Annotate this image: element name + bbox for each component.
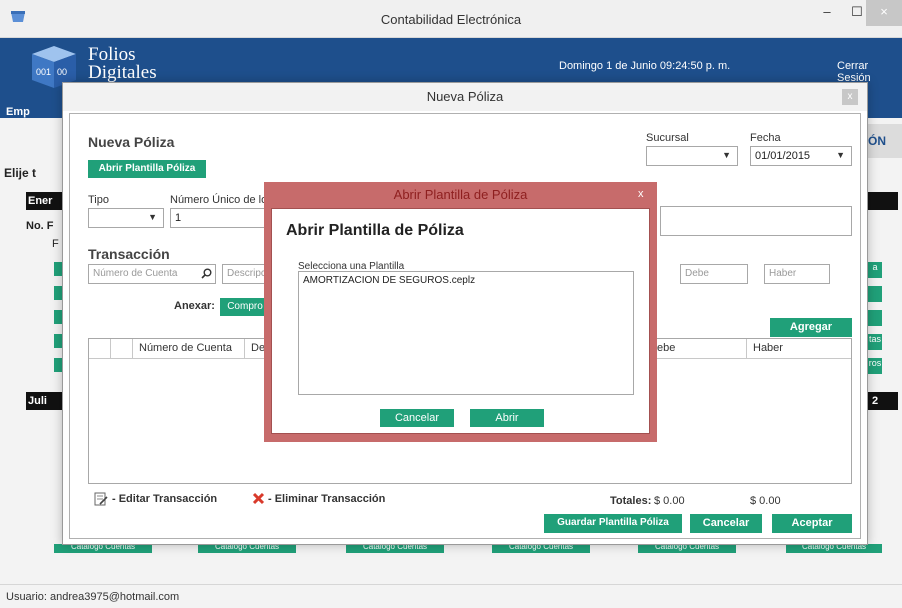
dialog-title: Abrir Plantilla de Póliza — [393, 187, 528, 202]
total-haber: $ 0.00 — [750, 495, 781, 507]
side-button[interactable]: ros — [868, 358, 882, 374]
cuenta-search-input[interactable]: Número de Cuenta — [88, 264, 216, 284]
search-icon[interactable] — [201, 268, 212, 279]
chevron-down-icon: ▼ — [148, 212, 157, 222]
open-template-button[interactable]: Abrir Plantilla Póliza — [88, 160, 206, 178]
side-button[interactable]: tas — [868, 334, 882, 350]
svg-text:00: 00 — [57, 67, 67, 77]
grid-header-cuenta[interactable]: Número de Cuenta — [133, 339, 245, 359]
no-label: No. F — [26, 220, 54, 232]
status-bar: Usuario: andrea3975@hotmail.com — [0, 584, 902, 608]
edit-legend: - Editar Transacción — [112, 493, 218, 505]
grid-header-haber[interactable]: Haber — [747, 339, 851, 359]
row-marker — [54, 358, 62, 372]
row-marker — [54, 286, 62, 300]
user-label: Usuario: andrea3975@hotmail.com — [6, 591, 180, 603]
logo-line-2: Digitales — [88, 62, 157, 83]
logo-text: Folios Digitales — [88, 45, 157, 83]
fecha-value: 01/01/2015 — [755, 150, 811, 162]
grid-header-debe[interactable]: ebe — [651, 339, 747, 359]
cancel-button[interactable]: Cancelar — [380, 409, 454, 427]
descripcion-input[interactable]: Descripci — [222, 264, 270, 284]
dialog-title: Nueva Póliza — [63, 83, 867, 111]
dialog-body: Abrir Plantilla de Póliza Selecciona una… — [271, 208, 650, 434]
accept-button[interactable]: Aceptar — [772, 514, 852, 533]
date-time: Domingo 1 de Junio 09:24:50 p. m. — [559, 60, 731, 72]
comprobante-button[interactable]: Compro — [220, 298, 270, 316]
close-button[interactable]: × — [866, 0, 902, 26]
grid-header-cell — [89, 339, 111, 359]
form-heading: Nueva Póliza — [88, 134, 175, 150]
template-list[interactable]: AMORTIZACION DE SEGUROS.ceplz — [298, 271, 634, 395]
concepto-input[interactable] — [660, 206, 852, 236]
numero-unico-input[interactable]: 1 — [170, 208, 272, 228]
catalog-button[interactable]: Catálogo Cuentas — [346, 544, 444, 553]
edit-icon — [94, 492, 108, 506]
grid-header-cell — [111, 339, 133, 359]
company-label: Emp — [6, 106, 30, 118]
chevron-down-icon: ▼ — [722, 150, 731, 160]
abrir-plantilla-dialog: Abrir Plantilla de Póliza x Abrir Planti… — [264, 182, 657, 442]
side-button[interactable]: a — [868, 262, 882, 278]
totales-label: Totales: — [610, 495, 652, 507]
catalog-button[interactable]: Catálogo Cuentas — [638, 544, 736, 553]
tipo-label: Tipo — [88, 194, 109, 206]
side-button[interactable] — [868, 286, 882, 302]
open-button[interactable]: Abrir — [470, 409, 544, 427]
total-debe: $ 0.00 — [654, 495, 685, 507]
sucursal-label: Sucursal — [646, 132, 689, 144]
row-marker — [54, 310, 62, 324]
month-header-enero: Ener — [26, 192, 62, 210]
agregar-button[interactable]: Agregar — [770, 318, 852, 337]
cancel-button[interactable]: Cancelar — [690, 514, 762, 533]
cuenta-placeholder: Número de Cuenta — [93, 268, 178, 279]
catalog-button[interactable]: Catálogo Cuentas — [492, 544, 590, 553]
catalog-button[interactable]: Catálogo Cuentas — [786, 544, 882, 553]
transaccion-heading: Transacción — [88, 246, 170, 262]
month-header-julio-right: 2 — [868, 392, 898, 410]
debe-input[interactable]: Debe — [680, 264, 748, 284]
tipo-select[interactable]: ▼ — [88, 208, 164, 228]
row-marker — [54, 262, 62, 276]
numero-unico-label: Número Único de lo — [170, 194, 268, 206]
save-template-button[interactable]: Guardar Plantilla Póliza — [544, 514, 682, 533]
elige-label: Elije t — [4, 166, 37, 180]
fecha-picker[interactable]: 01/01/2015 ▼ — [750, 146, 852, 166]
f-label: F — [52, 238, 59, 250]
month-header-enero-right — [868, 192, 898, 210]
dialog-close-button[interactable]: x — [638, 188, 644, 200]
catalog-button[interactable]: Catálogo Cuentas — [54, 544, 152, 553]
svg-text:001: 001 — [36, 67, 51, 77]
row-marker — [54, 334, 62, 348]
window-title: Contabilidad Electrónica — [380, 12, 522, 27]
logout-link[interactable]: Cerrar Sesión — [837, 60, 902, 84]
chevron-down-icon: ▼ — [836, 150, 845, 160]
dialog-heading: Abrir Plantilla de Póliza — [286, 222, 464, 239]
dialog-close-button[interactable]: x — [842, 89, 858, 105]
haber-input[interactable]: Haber — [764, 264, 830, 284]
sucursal-select[interactable]: ▼ — [646, 146, 738, 166]
title-bar: Contabilidad Electrónica – ☐ × — [0, 0, 902, 38]
side-button[interactable] — [868, 310, 882, 326]
template-list-item[interactable]: AMORTIZACION DE SEGUROS.ceplz — [299, 272, 633, 289]
minimize-button[interactable]: – — [812, 0, 842, 26]
anexar-label: Anexar: — [174, 300, 215, 312]
fecha-label: Fecha — [750, 132, 781, 144]
month-header-julio: Juli — [26, 392, 62, 410]
delete-legend: - Eliminar Transacción — [268, 493, 386, 505]
delete-icon — [252, 492, 265, 505]
catalog-button[interactable]: Catálogo Cuentas — [198, 544, 296, 553]
